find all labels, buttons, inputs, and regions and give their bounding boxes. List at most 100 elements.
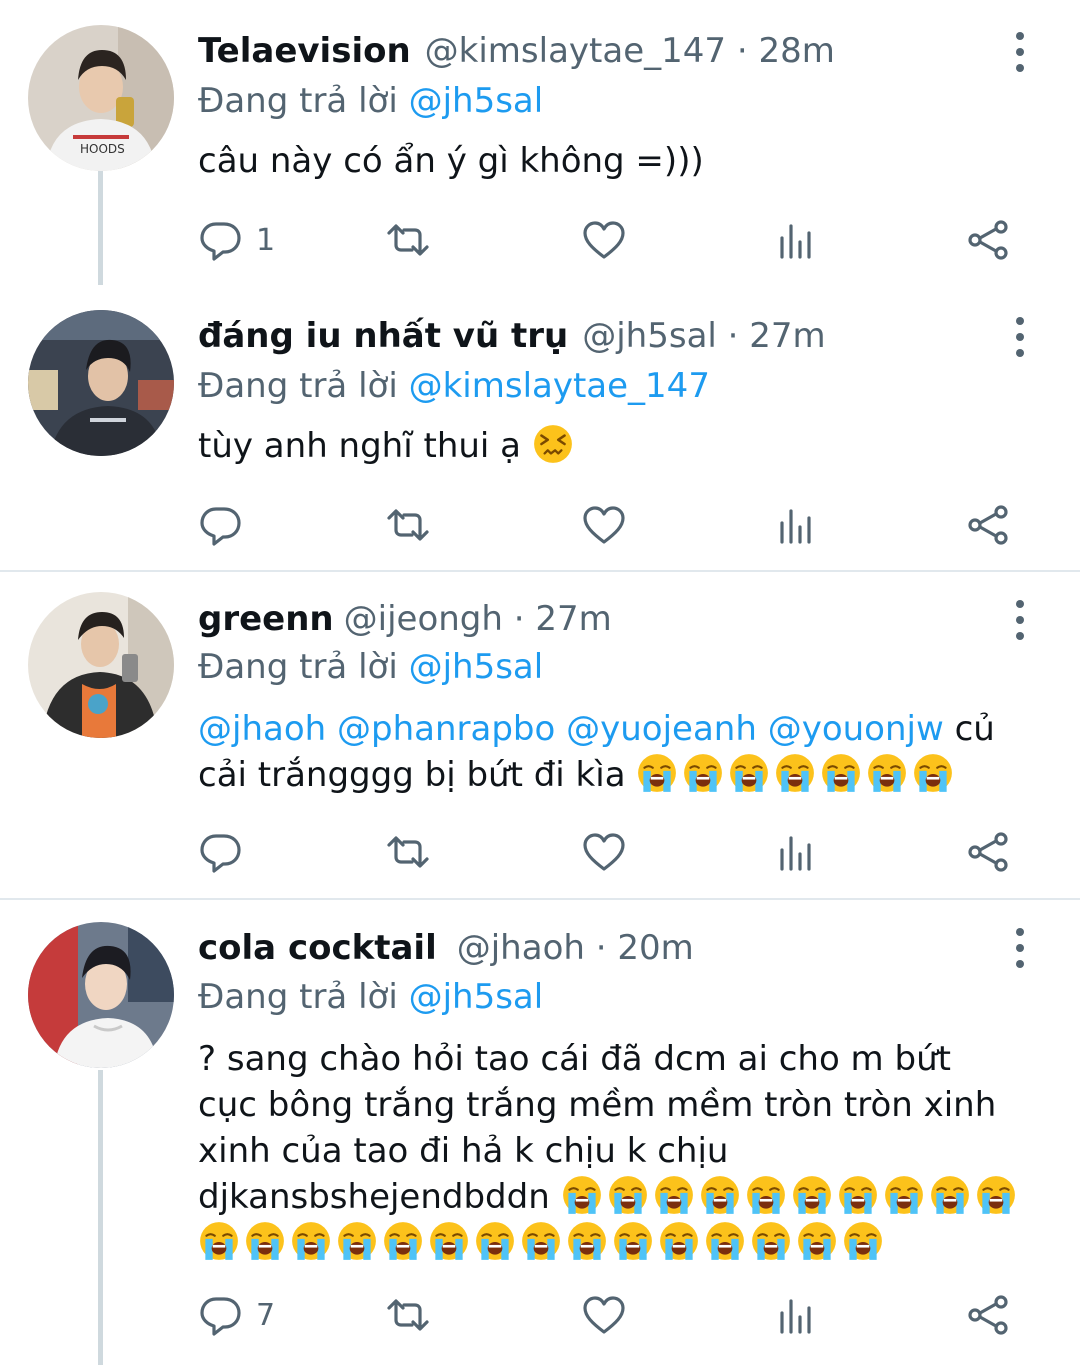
like-icon (582, 1293, 626, 1337)
user-handle[interactable]: @ijeongh (344, 599, 503, 639)
share-button[interactable] (966, 822, 1010, 882)
like-button[interactable] (582, 210, 626, 270)
replying-to-label: Đang trả lời (198, 647, 398, 687)
retweet-icon (386, 218, 430, 262)
user-handle[interactable]: @jhaoh (457, 928, 585, 968)
more-icon[interactable] (1008, 600, 1032, 640)
loudly-crying-face-emoji (198, 1220, 240, 1262)
analytics-button[interactable] (774, 210, 818, 270)
analytics-button[interactable] (774, 495, 818, 555)
replying-to: Đang trả lời @jh5sal (198, 972, 543, 1022)
replying-to-handle[interactable]: @jh5sal (409, 977, 544, 1017)
share-icon (966, 830, 1010, 874)
mention-link[interactable]: @youonjw (768, 709, 944, 749)
display-name[interactable]: Telaevision (198, 31, 411, 71)
analytics-icon (774, 218, 818, 262)
analytics-button[interactable] (774, 1285, 818, 1345)
mention-link[interactable]: @jhaoh (198, 709, 326, 749)
loudly-crying-face-emoji (837, 1174, 879, 1216)
share-button[interactable] (966, 210, 1010, 270)
loudly-crying-face-emoji (728, 752, 770, 794)
tweet[interactable]: đáng iu nhất vũ trụ @jh5sal · 27m Đang tr… (0, 285, 1080, 570)
user-handle[interactable]: @jh5sal (582, 316, 717, 356)
loudly-crying-face-emoji (699, 1174, 741, 1216)
analytics-icon (774, 1293, 818, 1337)
user-handle[interactable]: @kimslaytae_147 (425, 31, 726, 71)
loudly-crying-face-emoji (820, 752, 862, 794)
loudly-crying-face-emoji (791, 1174, 833, 1216)
tweet-text: tùy anh nghĩ thui ạ (198, 423, 1048, 469)
thread-line (98, 1070, 103, 1365)
reply-icon (198, 1293, 242, 1337)
timestamp[interactable]: 27m (749, 316, 825, 356)
like-button[interactable] (582, 1285, 626, 1345)
analytics-icon (774, 503, 818, 547)
share-button[interactable] (966, 495, 1010, 555)
retweet-button[interactable] (386, 1285, 430, 1345)
mention-link[interactable]: @phanrapbo (337, 709, 555, 749)
retweet-button[interactable] (386, 822, 430, 882)
reply-button[interactable] (198, 822, 242, 882)
loudly-crying-face-emoji (975, 1174, 1017, 1216)
more-icon[interactable] (1008, 317, 1032, 357)
reply-button[interactable]: 1 (198, 210, 275, 270)
loudly-crying-face-emoji (704, 1220, 746, 1262)
tweet[interactable]: HOODS Telaevision @kimslaytae_147 · 28m Đ… (0, 0, 1080, 285)
like-button[interactable] (582, 495, 626, 555)
like-button[interactable] (582, 822, 626, 882)
like-icon (582, 218, 626, 262)
tweet-text-line: djkansbshejendbddn (198, 1177, 550, 1217)
replying-to-handle[interactable]: @jh5sal (409, 81, 544, 121)
replying-to: Đang trả lời @jh5sal (198, 642, 543, 692)
loudly-crying-face-emoji (750, 1220, 792, 1262)
loudly-crying-face-emoji (607, 1174, 649, 1216)
replying-to: Đang trả lời @kimslaytae_147 (198, 361, 710, 411)
avatar[interactable] (28, 592, 174, 738)
analytics-button[interactable] (774, 822, 818, 882)
tweet-header: greenn @ijeongh · 27m (198, 594, 612, 644)
reply-icon (198, 830, 242, 874)
replying-to-handle[interactable]: @jh5sal (409, 647, 544, 687)
tweet-header: cola cocktail @jhaoh · 20m (198, 923, 694, 973)
retweet-icon (386, 503, 430, 547)
display-name[interactable]: greenn (198, 599, 334, 639)
tweet-text: ? sang chào hỏi tao cái đã dcm ai cho m … (198, 1036, 1058, 1266)
tweet-text: @jhaoh @phanrapbo @yuojeanh @youonjw củ … (198, 706, 1048, 798)
retweet-button[interactable] (386, 495, 430, 555)
more-icon[interactable] (1008, 928, 1032, 968)
reply-button[interactable] (198, 495, 242, 555)
tweet-header: Telaevision @kimslaytae_147 · 28m (198, 26, 835, 76)
replying-to-handle[interactable]: @kimslaytae_147 (409, 366, 710, 406)
tweet[interactable]: cola cocktail @jhaoh · 20m Đang trả lời @… (0, 900, 1080, 1365)
timestamp[interactable]: 28m (758, 31, 834, 71)
loudly-crying-face-emoji (561, 1174, 603, 1216)
avatar[interactable]: HOODS (28, 25, 174, 171)
share-icon (966, 503, 1010, 547)
mention-link[interactable]: @yuojeanh (566, 709, 757, 749)
more-icon[interactable] (1008, 32, 1032, 72)
reply-icon (198, 503, 242, 547)
avatar[interactable] (28, 922, 174, 1068)
tweet-text-body: củ (954, 709, 995, 749)
display-name[interactable]: đáng iu nhất vũ trụ (198, 316, 568, 356)
reply-button[interactable]: 7 (198, 1285, 275, 1345)
share-icon (966, 1293, 1010, 1337)
tweet-text-body: cải trắngggg bị bứt đi kìa (198, 755, 626, 795)
avatar[interactable] (28, 310, 174, 456)
analytics-icon (774, 830, 818, 874)
replying-to-label: Đang trả lời (198, 977, 398, 1017)
emoji-group (636, 755, 958, 795)
timestamp[interactable]: 20m (617, 928, 693, 968)
share-button[interactable] (966, 1285, 1010, 1345)
loudly-crying-face-emoji (612, 1220, 654, 1262)
loudly-crying-face-emoji (428, 1220, 470, 1262)
timestamp[interactable]: 27m (535, 599, 611, 639)
like-icon (582, 503, 626, 547)
tweet[interactable]: greenn @ijeongh · 27m Đang trả lời @jh5sa… (0, 572, 1080, 898)
display-name[interactable]: cola cocktail (198, 928, 437, 968)
tweet-text-line: ? sang chào hỏi tao cái đã dcm ai cho m … (198, 1039, 951, 1079)
replying-to-label: Đang trả lời (198, 366, 398, 406)
svg-text:HOODS: HOODS (80, 142, 125, 156)
retweet-button[interactable] (386, 210, 430, 270)
loudly-crying-face-emoji (866, 752, 908, 794)
